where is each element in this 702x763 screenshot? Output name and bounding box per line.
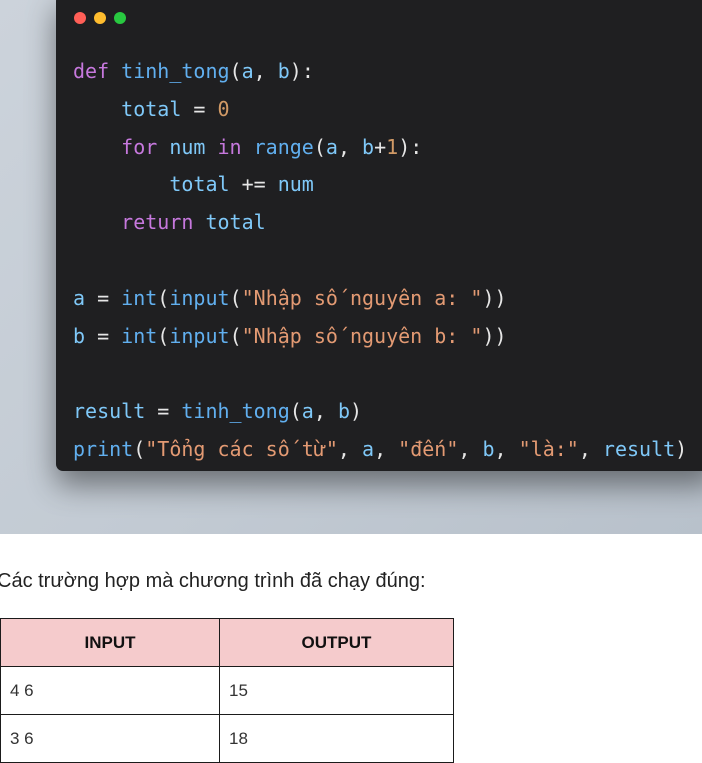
table-cell-output: 18 bbox=[219, 714, 454, 763]
code-token: ) bbox=[675, 436, 688, 461]
code-token: b bbox=[277, 59, 290, 83]
code-token: , bbox=[337, 436, 363, 461]
table-cell-input: 4 6 bbox=[0, 666, 220, 715]
code-token: , bbox=[374, 436, 399, 461]
code-token: a bbox=[362, 436, 375, 461]
code-token: b bbox=[482, 436, 495, 461]
code-token: total bbox=[169, 172, 230, 197]
code-token: , bbox=[337, 134, 363, 159]
window-controls bbox=[74, 12, 126, 24]
table-cell-output: 15 bbox=[219, 666, 454, 715]
table-header-row: INPUT OUTPUT bbox=[0, 618, 454, 667]
header-input: INPUT bbox=[0, 618, 220, 667]
code-line: for num in range(a, b+1): bbox=[73, 129, 687, 167]
code-token: result bbox=[73, 399, 146, 424]
code-token: result bbox=[602, 436, 676, 461]
code-token: b bbox=[337, 399, 350, 424]
code-token: "Nhập số nguyên a: " bbox=[241, 285, 483, 310]
code-token: = bbox=[181, 96, 218, 121]
code-token: num bbox=[169, 134, 218, 159]
code-token: a bbox=[241, 59, 254, 83]
code-token: b bbox=[362, 134, 375, 159]
code-token: return bbox=[121, 210, 206, 235]
code-window: def tinh_tong(a, b): total = 0 for num i… bbox=[56, 0, 702, 471]
code-token: ( bbox=[133, 436, 146, 461]
code-line: b = int(input("Nhập số nguyên b: ")) bbox=[73, 318, 687, 356]
code-token: ( bbox=[229, 59, 242, 83]
code-token: a bbox=[325, 134, 338, 159]
table-cell-input: 3 6 bbox=[0, 714, 220, 763]
code-token: ) bbox=[349, 399, 363, 424]
code-token: "là:" bbox=[518, 436, 579, 461]
code-token: 0 bbox=[217, 96, 230, 121]
code-token: total bbox=[205, 210, 266, 235]
caption-text: Các trường hợp mà chương trình đã chạy đ… bbox=[0, 570, 426, 592]
code-token: + bbox=[374, 134, 387, 159]
code-token: ( bbox=[313, 134, 326, 159]
code-token: )) bbox=[482, 323, 507, 348]
code-token: input bbox=[169, 323, 230, 348]
io-table: INPUT OUTPUT 4 6 15 3 6 18 bbox=[0, 618, 454, 763]
code-token: a bbox=[73, 285, 86, 310]
code-token: num bbox=[277, 172, 314, 197]
code-token: , bbox=[578, 436, 603, 461]
code-token: "đến" bbox=[398, 436, 459, 461]
code-token: )) bbox=[482, 285, 507, 310]
minimize-dot-icon bbox=[94, 12, 106, 24]
code-token: = bbox=[85, 323, 122, 348]
code-token: , bbox=[494, 436, 519, 461]
code-token: total bbox=[121, 96, 182, 121]
code-token: tinh_tong bbox=[181, 399, 290, 424]
close-dot-icon bbox=[74, 12, 86, 24]
code-token: ( bbox=[229, 323, 242, 348]
code-token: += bbox=[229, 172, 278, 197]
code-token: a bbox=[301, 399, 314, 424]
table-row: 3 6 18 bbox=[0, 714, 454, 763]
code-token: ): bbox=[398, 134, 423, 159]
table-row: 4 6 15 bbox=[0, 666, 454, 715]
code-token: input bbox=[169, 285, 230, 310]
code-token: , bbox=[458, 436, 483, 461]
code-token: ( bbox=[289, 399, 302, 424]
code-block: def tinh_tong(a, b): total = 0 for num i… bbox=[73, 53, 687, 469]
code-token: "Nhập số nguyên b: " bbox=[241, 323, 483, 348]
code-token: for bbox=[121, 134, 170, 159]
code-token: def bbox=[73, 59, 122, 83]
code-token: print bbox=[73, 436, 134, 461]
code-screenshot-area: def tinh_tong(a, b): total = 0 for num i… bbox=[0, 0, 702, 534]
code-line: def tinh_tong(a, b): bbox=[73, 53, 687, 91]
code-line: print("Tổng các số từ", a, "đến", b, "là… bbox=[73, 431, 687, 469]
code-token: = bbox=[145, 399, 182, 424]
code-token: = bbox=[85, 285, 122, 310]
code-line: result = tinh_tong(a, b) bbox=[73, 393, 687, 431]
code-token: ): bbox=[289, 59, 314, 83]
code-token: int bbox=[121, 285, 158, 310]
code-token: ( bbox=[229, 285, 242, 310]
code-token: tinh_tong bbox=[121, 59, 230, 83]
code-token: range bbox=[253, 134, 314, 159]
code-token: in bbox=[217, 134, 254, 159]
code-token: b bbox=[73, 323, 86, 348]
code-line: total += num bbox=[73, 166, 687, 204]
code-token: , bbox=[253, 59, 278, 83]
code-line: a = int(input("Nhập số nguyên a: ")) bbox=[73, 280, 687, 318]
header-output: OUTPUT bbox=[219, 618, 454, 667]
code-token: ( bbox=[157, 285, 170, 310]
code-line: total = 0 bbox=[73, 91, 687, 129]
code-token: "Tổng các số từ" bbox=[145, 436, 338, 461]
code-token: 1 bbox=[386, 134, 399, 159]
code-token: int bbox=[121, 323, 158, 348]
code-line: return total bbox=[73, 204, 687, 242]
code-token: ( bbox=[157, 323, 170, 348]
code-token: , bbox=[313, 399, 338, 424]
maximize-dot-icon bbox=[114, 12, 126, 24]
